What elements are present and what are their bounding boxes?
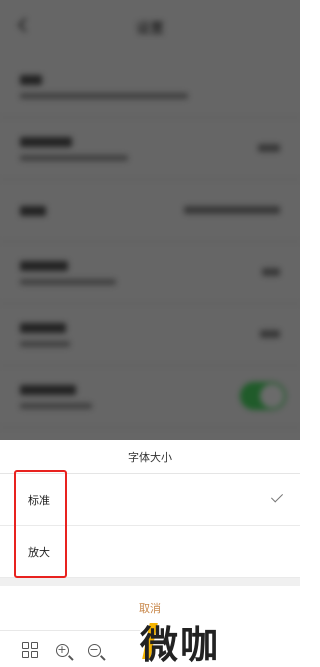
option-label: 放大 bbox=[28, 545, 50, 559]
sheet-divider bbox=[0, 578, 300, 586]
checkmark-icon bbox=[270, 490, 284, 503]
settings-background: 设置 bbox=[0, 0, 300, 440]
watermark-text: 微咖 bbox=[140, 622, 221, 667]
sheet-title: 字体大小 bbox=[0, 440, 300, 474]
option-enlarged[interactable]: 放大 bbox=[0, 526, 300, 578]
watermark-logo: 微咖 bbox=[140, 615, 300, 667]
modal-overlay[interactable] bbox=[0, 0, 300, 440]
grid-icon[interactable] bbox=[20, 640, 40, 660]
option-label: 标准 bbox=[28, 493, 50, 507]
option-standard[interactable]: 标准 bbox=[0, 474, 300, 526]
zoom-in-icon[interactable]: + bbox=[52, 640, 72, 660]
zoom-in-symbol: + bbox=[57, 642, 67, 656]
zoom-out-symbol: − bbox=[89, 642, 99, 656]
zoom-out-icon[interactable]: − bbox=[84, 640, 104, 660]
font-size-sheet: 字体大小 标准 放大 取消 bbox=[0, 440, 300, 630]
